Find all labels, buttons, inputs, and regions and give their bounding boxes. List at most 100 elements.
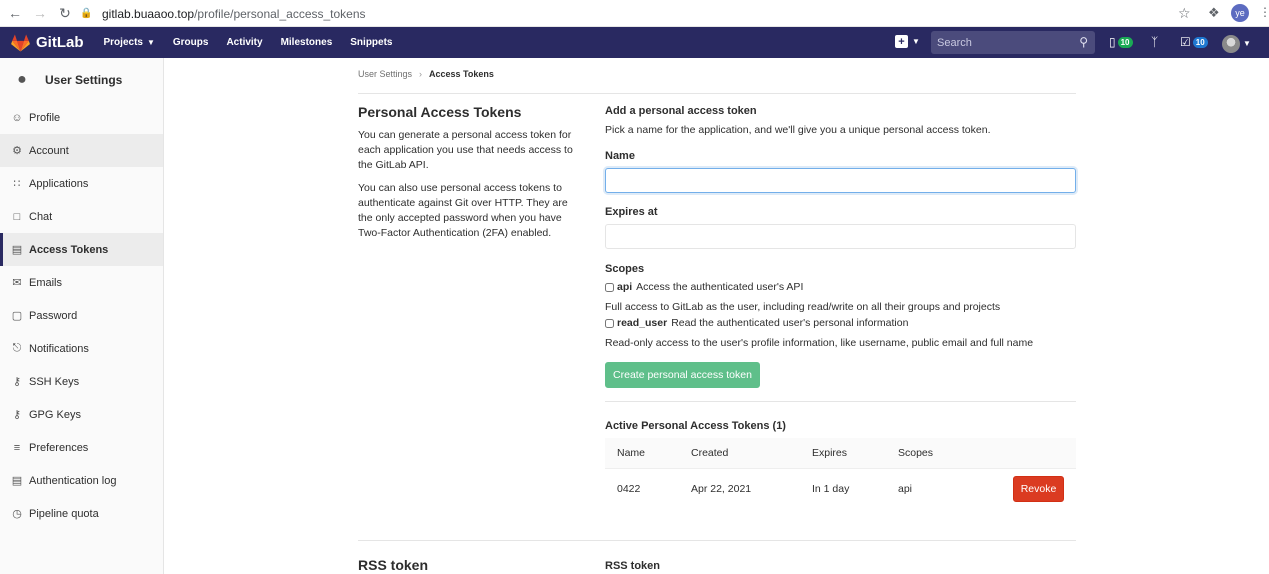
profile-icon: ☺ — [11, 111, 23, 124]
nav-projects[interactable]: Projects ▼ — [104, 37, 155, 48]
sidebar-item-label: Account — [29, 144, 69, 157]
expires-at-input[interactable] — [605, 224, 1076, 249]
browser-profile-avatar[interactable]: ye — [1231, 4, 1249, 22]
search-input[interactable] — [937, 36, 1067, 49]
sidebar-item-password[interactable]: ▢ Password — [0, 299, 163, 332]
sidebar-header[interactable]: ● User Settings — [0, 58, 163, 101]
lock-icon: ▢ — [11, 310, 23, 322]
merge-requests-icon[interactable]: ᛉ — [1151, 35, 1158, 49]
todos-button[interactable]: ☑ 10 — [1180, 35, 1208, 49]
url-host: gitlab.buaaoo.top — [102, 6, 195, 21]
pat-form: Add a personal access token Pick a name … — [605, 105, 1076, 388]
token-scopes: api — [898, 482, 913, 495]
sidebar-item-pipeline-quota[interactable]: ◷ Pipeline quota — [0, 497, 163, 530]
sidebar-item-chat[interactable]: □ Chat — [0, 200, 163, 233]
bell-icon: ⎋ — [12, 342, 22, 354]
chevron-down-icon: ▼ — [146, 38, 155, 47]
form-subtitle: Pick a name for the application, and we'… — [605, 124, 991, 136]
gitlab-logo[interactable]: GitLab — [11, 34, 84, 52]
nav-groups[interactable]: Groups — [173, 37, 209, 48]
sidebar-item-label: Password — [29, 309, 78, 322]
key-icon: ⚷ — [12, 376, 22, 388]
sidebar-item-label: SSH Keys — [29, 375, 80, 388]
nav-snippets[interactable]: Snippets — [350, 37, 392, 48]
sidebar-item-applications[interactable]: ∷ Applications — [0, 167, 163, 200]
sidebar-item-notifications[interactable]: ⎋ Notifications — [0, 332, 163, 365]
sidebar-item-account[interactable]: ⚙ Account — [0, 134, 163, 167]
scopes-label: Scopes — [605, 263, 645, 275]
sidebar-item-emails[interactable]: ✉ Emails — [0, 266, 163, 299]
sidebar-item-label: Pipeline quota — [29, 507, 99, 520]
breadcrumb: User Settings › Access Tokens — [358, 69, 494, 79]
nav-activity[interactable]: Activity — [226, 37, 262, 48]
divider — [358, 93, 1076, 94]
back-icon[interactable]: ← — [5, 3, 25, 23]
browser-menu-icon[interactable]: ⋮ — [1259, 5, 1269, 19]
table-header-row: Name Created Expires Scopes — [605, 438, 1076, 469]
breadcrumb-current[interactable]: Access Tokens — [429, 69, 494, 79]
token-name: 0422 — [617, 482, 641, 495]
token-name-input[interactable] — [605, 168, 1076, 193]
pat-description-1: You can generate a personal access token… — [358, 129, 573, 171]
scope-read-user: read_user Read the authenticated user's … — [605, 317, 1076, 329]
sidebar-item-label: Chat — [29, 210, 53, 223]
sidebar-item-label: GPG Keys — [29, 408, 81, 421]
email-icon: ✉ — [12, 277, 22, 289]
scope-key: api — [617, 281, 633, 293]
sidebar-item-preferences[interactable]: ≡ Preferences — [0, 431, 163, 464]
plus-icon: + — [895, 35, 908, 48]
breadcrumb-parent[interactable]: User Settings — [358, 69, 412, 79]
chat-icon: □ — [13, 210, 21, 223]
sidebar-item-profile[interactable]: ☺ Profile — [0, 101, 163, 134]
tanuki-icon — [11, 34, 30, 51]
applications-icon: ∷ — [13, 178, 21, 190]
nav-milestones[interactable]: Milestones — [281, 37, 333, 48]
search-box[interactable]: ⚲ — [931, 31, 1095, 54]
brand-name: GitLab — [36, 34, 84, 51]
chevron-down-icon: ▼ — [912, 37, 920, 46]
section-title: Personal Access Tokens — [358, 104, 522, 120]
lock-icon: 🔒 — [80, 7, 93, 19]
expires-label: Expires at — [605, 206, 658, 218]
issues-icon: ▯ — [1109, 35, 1116, 49]
scope-read-user-checkbox[interactable] — [605, 318, 614, 328]
browser-toolbar: ← → ↻ 🔒 gitlab.buaaoo.top/profile/person… — [0, 0, 1269, 27]
rss-form: RSS token — [605, 560, 1076, 572]
scope-key: read_user — [617, 317, 668, 329]
reload-icon[interactable]: ↻ — [55, 3, 75, 23]
address-bar[interactable]: 🔒 gitlab.buaaoo.top/profile/personal_acc… — [80, 3, 1200, 24]
forward-icon[interactable]: → — [30, 3, 50, 23]
user-avatar[interactable] — [1222, 35, 1240, 53]
rss-title: RSS token — [358, 557, 429, 573]
token-created: Apr 22, 2021 — [691, 482, 752, 495]
token-icon: ▤ — [11, 244, 23, 256]
col-expires: Expires — [800, 438, 886, 469]
extensions-icon[interactable]: ❖ — [1208, 5, 1220, 21]
form-title: Add a personal access token — [605, 105, 757, 117]
sidebar-item-ssh-keys[interactable]: ⚷ SSH Keys — [0, 365, 163, 398]
sidebar-item-authentication-log[interactable]: ▤ Authentication log — [0, 464, 163, 497]
scope-summary: Access the authenticated user's API — [636, 281, 804, 293]
sidebar-item-access-tokens[interactable]: ▤ Access Tokens — [0, 233, 163, 266]
scope-description: Read-only access to the user's profile i… — [605, 337, 1034, 349]
rss-section: RSS token — [358, 557, 578, 573]
sidebar-item-label: Authentication log — [29, 474, 117, 487]
main-content: User Settings › Access Tokens Personal A… — [164, 58, 1269, 574]
search-icon: ⚲ — [1079, 35, 1088, 49]
new-dropdown-button[interactable]: + ▼ — [895, 35, 920, 48]
revoke-button[interactable]: Revoke — [1013, 475, 1064, 502]
scope-description: Full access to GitLab as the user, inclu… — [605, 301, 1001, 313]
sidebar-item-gpg-keys[interactable]: ⚷ GPG Keys — [0, 398, 163, 431]
bookmark-star-icon[interactable]: ☆ — [1178, 5, 1191, 22]
col-created: Created — [679, 438, 800, 469]
issues-button[interactable]: ▯ 10 — [1109, 35, 1133, 49]
scope-api-checkbox[interactable] — [605, 282, 614, 292]
chevron-down-icon[interactable]: ▼ — [1243, 39, 1251, 48]
todos-count-badge: 10 — [1192, 36, 1208, 48]
user-icon: ● — [17, 70, 27, 88]
create-token-button[interactable]: Create personal access token — [605, 362, 760, 388]
active-tokens: Active Personal Access Tokens (1) Name C… — [605, 420, 1076, 509]
name-label: Name — [605, 150, 635, 162]
preferences-icon: ≡ — [13, 441, 21, 454]
issues-count-badge: 10 — [1117, 36, 1133, 48]
